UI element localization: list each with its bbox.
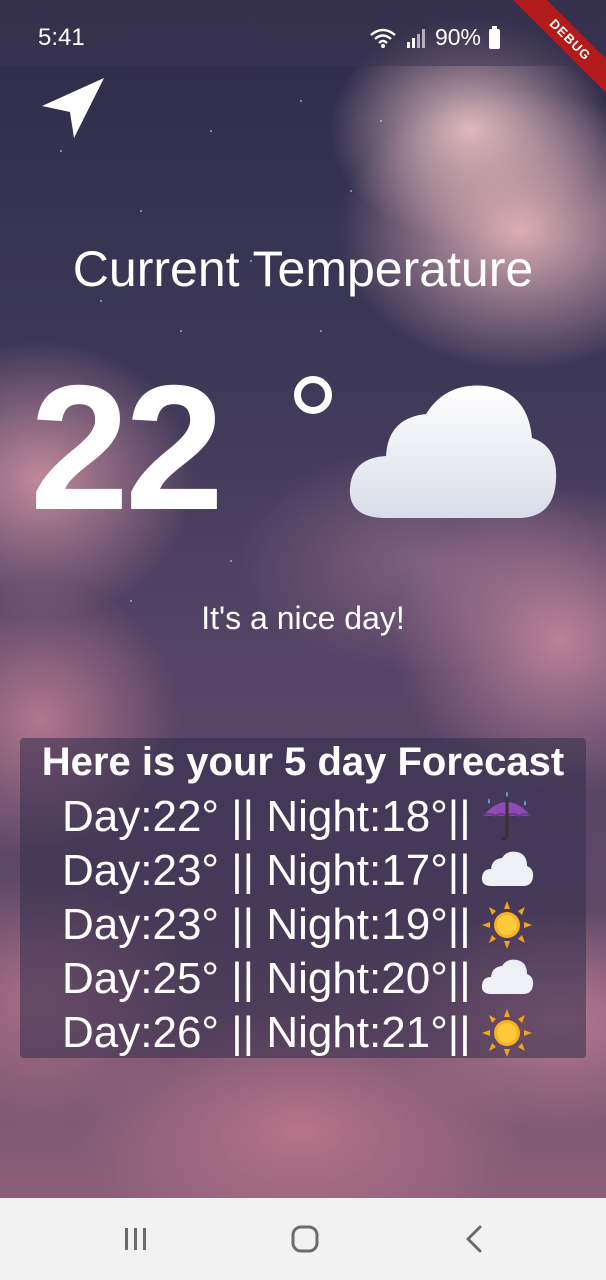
weather-message: It's a nice day! xyxy=(201,600,405,636)
star xyxy=(210,130,212,132)
umbrella-rain-icon xyxy=(482,792,532,840)
current-temperature: 22 xyxy=(30,348,224,547)
forecast-row: Day:26° || Night:21°|| xyxy=(62,1006,592,1060)
forecast-row-text: Day:23° || Night:19°|| xyxy=(62,900,471,949)
star xyxy=(100,300,102,302)
forecast-heading: Here is your 5 day Forecast xyxy=(41,740,565,784)
status-bar: 5:41 90% xyxy=(0,0,606,66)
back-icon[interactable] xyxy=(462,1224,486,1254)
star xyxy=(350,190,352,192)
forecast-row: Day:23° || Night:19°|| xyxy=(62,898,592,952)
wifi-icon xyxy=(370,28,396,48)
sun-icon xyxy=(481,1009,532,1057)
forecast-list: Day:22° || Night:18°|| Day:23° || Night:… xyxy=(62,790,592,1060)
forecast-row-text: Day:22° || Night:18°|| xyxy=(62,792,471,841)
battery-icon xyxy=(489,25,500,49)
status-icons: 90% xyxy=(369,24,500,51)
star xyxy=(300,100,302,102)
battery-percent: 90% xyxy=(434,24,481,50)
page-title: Current Temperature xyxy=(72,241,534,297)
forecast-row: Day:23° || Night:17°|| xyxy=(62,844,592,898)
degree-symbol xyxy=(294,376,332,414)
forecast-row: Day:22° || Night:18°|| xyxy=(62,790,592,844)
sun-icon xyxy=(481,901,532,949)
navigation-arrow-icon[interactable] xyxy=(40,76,106,142)
star xyxy=(180,330,182,332)
status-time: 5:41 xyxy=(38,24,85,51)
signal-icon xyxy=(406,28,425,48)
star xyxy=(320,330,322,332)
star xyxy=(230,560,232,562)
forecast-row-text: Day:25° || Night:20°|| xyxy=(62,954,471,1003)
cloud-icon xyxy=(481,959,533,994)
home-icon[interactable] xyxy=(290,1224,320,1254)
forecast-row: Day:25° || Night:20°|| xyxy=(62,952,592,1006)
star xyxy=(140,210,142,212)
star xyxy=(60,150,62,152)
star xyxy=(380,120,382,122)
system-nav-bar xyxy=(0,1198,606,1280)
recent-apps-icon[interactable] xyxy=(122,1226,150,1252)
cloud-icon xyxy=(349,385,557,518)
forecast-row-text: Day:23° || Night:17°|| xyxy=(62,846,471,895)
cloud-icon xyxy=(481,851,533,886)
forecast-row-text: Day:26° || Night:21°|| xyxy=(62,1008,471,1057)
